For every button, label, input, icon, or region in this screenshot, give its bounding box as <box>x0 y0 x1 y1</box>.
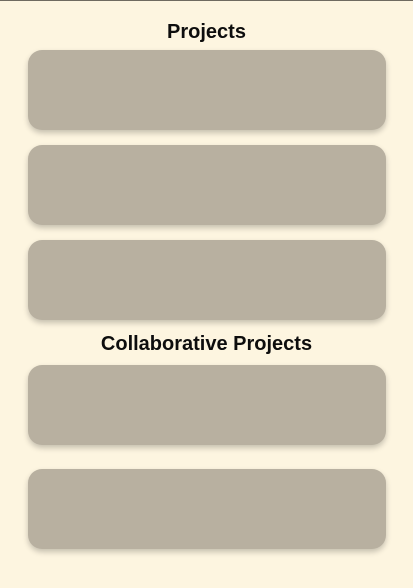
project-card[interactable] <box>28 50 386 130</box>
project-card[interactable] <box>28 145 386 225</box>
top-divider <box>0 0 413 1</box>
collaborative-project-card[interactable] <box>28 365 386 445</box>
project-card[interactable] <box>28 240 386 320</box>
collaborative-projects-heading: Collaborative Projects <box>100 333 313 355</box>
collaborative-project-card[interactable] <box>28 469 386 549</box>
projects-heading: Projects <box>167 21 246 43</box>
